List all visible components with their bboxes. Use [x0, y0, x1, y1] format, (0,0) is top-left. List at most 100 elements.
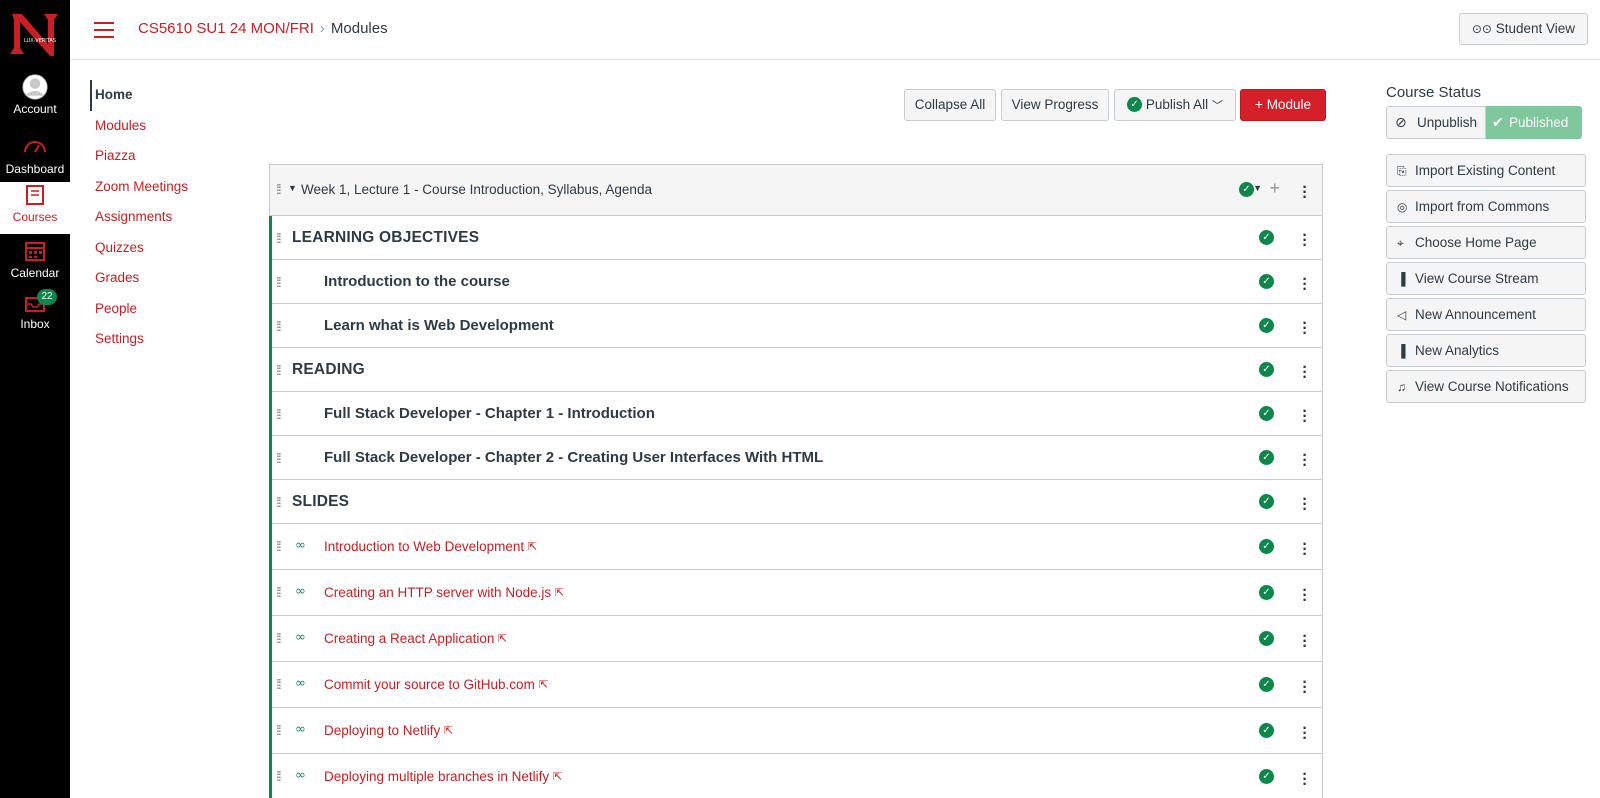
hamburger-menu-icon[interactable]: [94, 22, 114, 38]
drag-handle-icon[interactable]: ⁞⁞: [276, 630, 284, 646]
kebab-menu-icon[interactable]: · · ·: [1302, 537, 1308, 563]
published-check-icon[interactable]: [1259, 769, 1274, 784]
drag-handle-icon[interactable]: ⁞⁞: [276, 676, 284, 692]
module-item-title[interactable]: Introduction to the course: [324, 273, 510, 290]
gnav-courses[interactable]: Courses: [0, 182, 70, 234]
published-check-icon[interactable]: [1259, 406, 1274, 421]
external-link-title[interactable]: Creating an HTTP server with Node.js: [324, 585, 551, 600]
kebab-menu-icon[interactable]: · · ·: [1302, 721, 1308, 747]
course-nav-home[interactable]: Home: [90, 80, 260, 111]
published-check-icon[interactable]: [1259, 450, 1274, 465]
published-check-icon[interactable]: [1259, 631, 1274, 646]
kebab-menu-icon[interactable]: · · ·: [1302, 180, 1308, 206]
external-link-title[interactable]: Deploying to Netlify: [324, 723, 440, 738]
published-check-icon[interactable]: [1259, 318, 1274, 333]
drag-handle-icon[interactable]: ⁞⁞: [276, 362, 284, 378]
kebab-menu-icon[interactable]: · · ·: [1302, 316, 1308, 342]
publish-menu-caret-icon[interactable]: ▼: [1253, 183, 1262, 193]
module-item-row[interactable]: ⁞⁞ Full Stack Developer - Chapter 2 - Cre…: [272, 436, 1323, 480]
module-item-row[interactable]: ⁞⁞ Introduction to the course ···: [272, 260, 1323, 304]
course-nav-quizzes[interactable]: Quizzes: [90, 233, 260, 264]
add-module-button[interactable]: + Module: [1240, 89, 1326, 121]
published-check-icon[interactable]: [1259, 494, 1274, 509]
drag-handle-icon[interactable]: ⁞⁞: [276, 406, 284, 422]
course-nav-settings[interactable]: Settings: [90, 324, 260, 355]
published-check-icon[interactable]: [1259, 677, 1274, 692]
gnav-calendar[interactable]: Calendar: [0, 238, 70, 290]
external-link-title[interactable]: Deploying multiple branches in Netlify: [324, 769, 549, 784]
kebab-menu-icon[interactable]: · · ·: [1302, 360, 1308, 386]
course-nav-people[interactable]: People: [90, 294, 260, 325]
published-button[interactable]: ✔ Published: [1486, 106, 1582, 139]
external-link-title[interactable]: Commit your source to GitHub.com: [324, 677, 535, 692]
course-nav-piazza[interactable]: Piazza: [90, 141, 260, 172]
course-nav-grades[interactable]: Grades: [90, 263, 260, 294]
view-course-stream-button[interactable]: ▐ View Course Stream: [1386, 262, 1586, 295]
northeastern-logo[interactable]: LUX·VERITAS: [8, 10, 62, 58]
drag-handle-icon[interactable]: ⁞⁞: [276, 722, 284, 738]
course-nav-modules[interactable]: Modules: [90, 111, 260, 142]
import-from-commons-button[interactable]: ◎ Import from Commons: [1386, 190, 1586, 223]
drag-handle-icon[interactable]: ⁞⁞: [276, 538, 284, 554]
gnav-account[interactable]: Account: [0, 74, 70, 126]
module-item-row[interactable]: ⁞⁞ ∞ Creating a React Application ⇱ ···: [272, 616, 1323, 662]
drag-handle-icon[interactable]: ⁞⁞: [276, 584, 284, 600]
module-item-row[interactable]: ⁞⁞ ∞ Commit your source to GitHub.com ⇱ ···: [272, 662, 1323, 708]
module-item-row[interactable]: ⁞⁞ Learn what is Web Development ···: [272, 304, 1323, 348]
module-title[interactable]: Week 1, Lecture 1 - Course Introduction,…: [301, 182, 652, 197]
module-item-title[interactable]: Full Stack Developer - Chapter 1 - Intro…: [324, 405, 655, 422]
module-item-title[interactable]: Full Stack Developer - Chapter 2 - Creat…: [324, 449, 823, 466]
drag-handle-icon[interactable]: ⁞⁞: [276, 768, 284, 784]
student-view-button[interactable]: ⊙⊙ Student View: [1458, 13, 1588, 45]
publish-all-button[interactable]: Publish All ﹀: [1114, 89, 1236, 121]
module-item-row[interactable]: ⁞⁞ ∞ Deploying multiple branches in Netlif…: [272, 754, 1323, 798]
kebab-menu-icon[interactable]: · · ·: [1302, 629, 1308, 655]
drag-handle-icon[interactable]: ⁞⁞: [276, 274, 284, 290]
module-item-row[interactable]: ⁞⁞ ∞ Introduction to Web Development ⇱ ···: [272, 524, 1323, 570]
published-check-icon[interactable]: [1259, 723, 1274, 738]
choose-home-page-button[interactable]: ⌖ Choose Home Page: [1386, 226, 1586, 259]
published-check-icon[interactable]: [1259, 539, 1274, 554]
add-item-icon[interactable]: +: [1269, 178, 1280, 199]
module-item-row[interactable]: ⁞⁞ Full Stack Developer - Chapter 1 - Int…: [272, 392, 1323, 436]
kebab-menu-icon[interactable]: · · ·: [1302, 404, 1308, 430]
module-item-title[interactable]: Learn what is Web Development: [324, 317, 554, 334]
published-check-icon[interactable]: [1259, 585, 1274, 600]
gnav-inbox[interactable]: 22 Inbox: [0, 289, 70, 341]
drag-handle-icon[interactable]: ⁞⁞: [276, 318, 284, 334]
new-analytics-button[interactable]: ▐ New Analytics: [1386, 334, 1586, 367]
module-item-title[interactable]: READING: [292, 361, 365, 379]
new-announcement-button[interactable]: ◁ New Announcement: [1386, 298, 1586, 331]
module-item-title[interactable]: SLIDES: [292, 493, 349, 511]
unpublish-button[interactable]: ⊘ Unpublish: [1386, 106, 1486, 139]
module-subheader-row[interactable]: ⁞⁞ SLIDES ···: [272, 480, 1323, 524]
external-link-title[interactable]: Introduction to Web Development: [324, 539, 524, 554]
external-link-title[interactable]: Creating a React Application: [324, 631, 494, 646]
import-existing-content-button[interactable]: ⎘ Import Existing Content: [1386, 154, 1586, 187]
drag-handle-icon[interactable]: ⁞⁞: [276, 450, 284, 466]
kebab-menu-icon[interactable]: · · ·: [1302, 492, 1308, 518]
module-subheader-row[interactable]: ⁞⁞ READING ···: [272, 348, 1323, 392]
drag-handle-icon[interactable]: ⁞⁞: [276, 494, 284, 510]
module-item-row[interactable]: ⁞⁞ ∞ Deploying to Netlify ⇱ ···: [272, 708, 1323, 754]
breadcrumb-course-link[interactable]: CS5610 SU1 24 MON/FRI: [138, 20, 314, 37]
module-subheader-row[interactable]: ⁞⁞ LEARNING OBJECTIVES ···: [272, 216, 1323, 260]
kebab-menu-icon[interactable]: · · ·: [1302, 583, 1308, 609]
collapse-all-button[interactable]: Collapse All: [904, 89, 996, 121]
published-check-icon[interactable]: [1259, 362, 1274, 377]
published-check-icon[interactable]: [1259, 274, 1274, 289]
collapse-caret-icon[interactable]: ▼: [288, 183, 297, 193]
course-nav-assignments[interactable]: Assignments: [90, 202, 260, 233]
kebab-menu-icon[interactable]: · · ·: [1302, 228, 1308, 254]
course-nav-zoom-meetings[interactable]: Zoom Meetings: [90, 172, 260, 203]
module-item-title[interactable]: LEARNING OBJECTIVES: [292, 229, 479, 247]
module-published-icon[interactable]: [1239, 182, 1254, 197]
kebab-menu-icon[interactable]: · · ·: [1302, 767, 1308, 793]
gnav-dashboard[interactable]: Dashboard: [0, 134, 70, 186]
drag-handle-icon[interactable]: ⁞⁞: [276, 230, 284, 246]
view-progress-button[interactable]: View Progress: [1001, 89, 1109, 121]
drag-handle-icon[interactable]: ⁞⁞: [276, 181, 284, 197]
published-check-icon[interactable]: [1259, 230, 1274, 245]
kebab-menu-icon[interactable]: · · ·: [1302, 448, 1308, 474]
module-item-row[interactable]: ⁞⁞ ∞ Creating an HTTP server with Node.js ⇱…: [272, 570, 1323, 616]
